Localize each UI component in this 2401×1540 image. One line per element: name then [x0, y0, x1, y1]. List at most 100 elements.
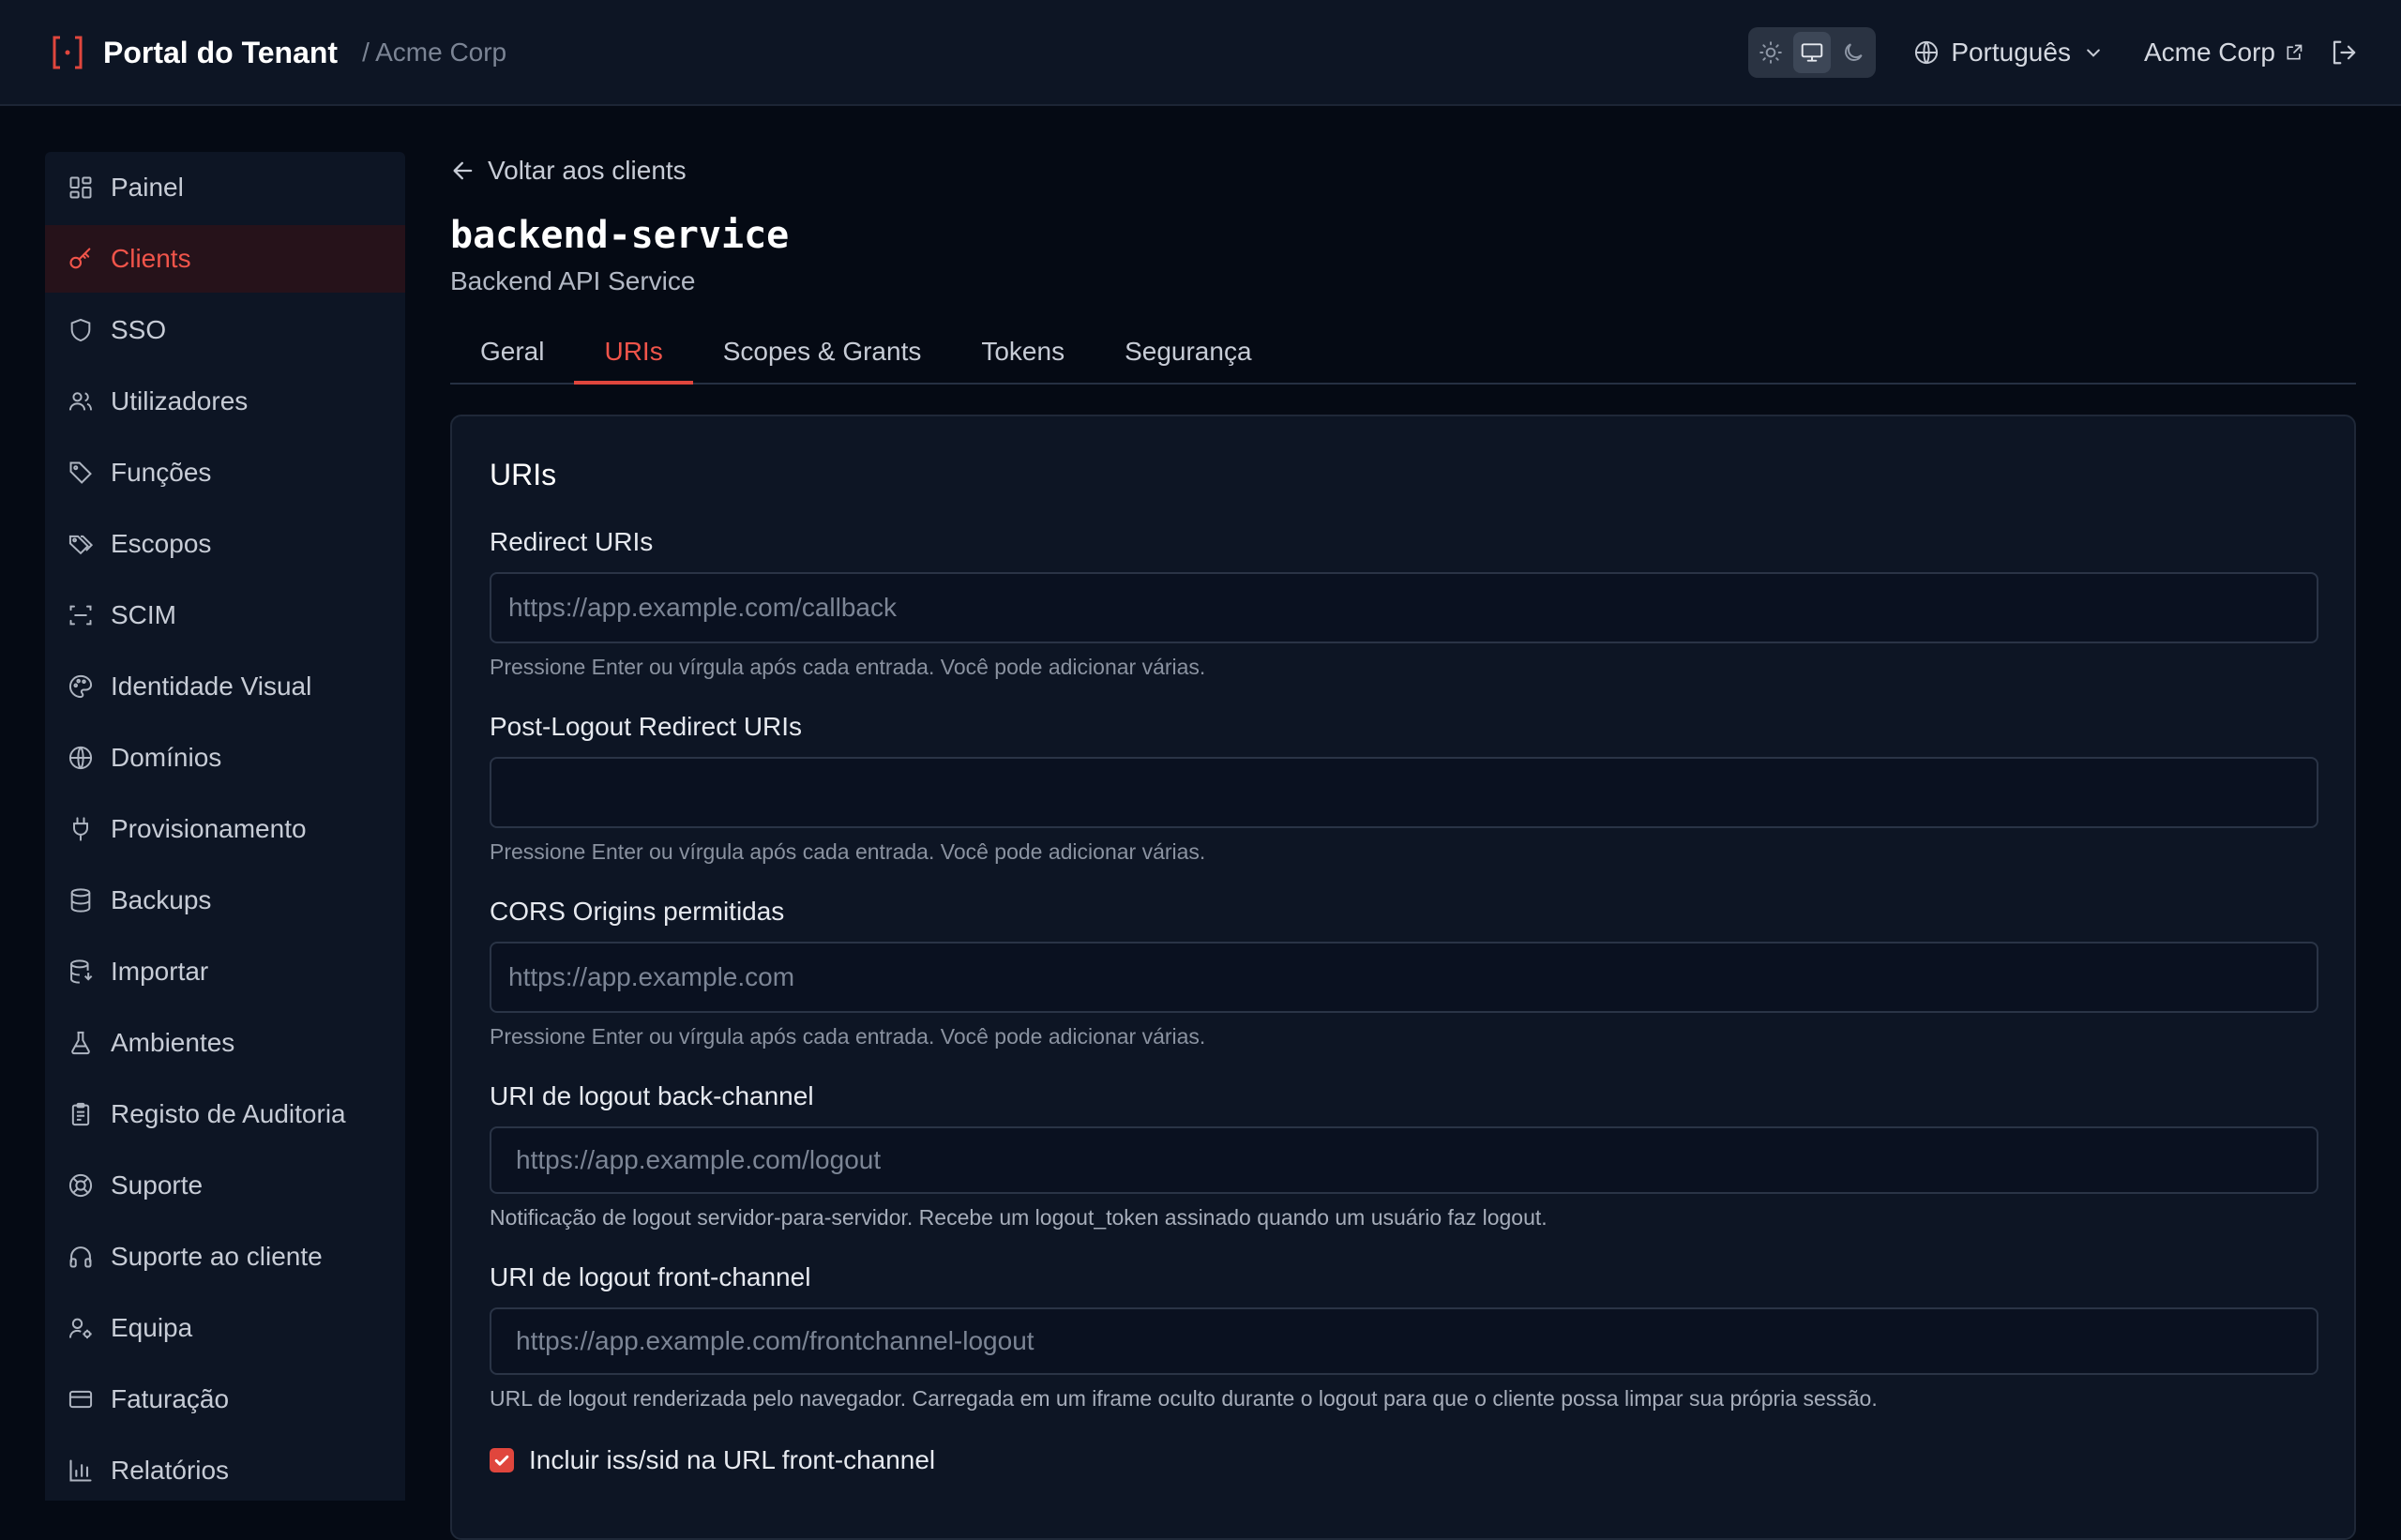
sidebar-item-identidade-visual[interactable]: Identidade Visual [45, 653, 405, 720]
page-title: backend-service [450, 214, 790, 257]
sidebar-item-sso[interactable]: SSO [45, 296, 405, 364]
org-external-link[interactable]: Acme Corp [2144, 38, 2303, 68]
sidebar-item-label: Importar [111, 957, 209, 986]
sidebar-item-label: Suporte ao cliente [111, 1242, 323, 1271]
sidebar-item-importar[interactable]: Importar [45, 938, 405, 1005]
theme-system-button[interactable] [1793, 32, 1832, 73]
sidebar-item-label: SSO [111, 315, 167, 344]
include-iss-sid-option[interactable]: Incluir iss/sid na URL front-channel [490, 1445, 2317, 1475]
card-title: URIs [490, 458, 557, 491]
credit-card-icon [68, 1390, 93, 1409]
brand-logo-icon [53, 36, 83, 69]
palette-icon [69, 674, 93, 699]
users-icon [68, 392, 93, 411]
include-iss-sid-label: Incluir iss/sid na URL front-channel [529, 1445, 936, 1474]
moon-icon [1845, 43, 1863, 61]
sidebar-item-dominios[interactable]: Domínios [45, 724, 405, 792]
brand[interactable]: Portal do Tenant / Acme Corp [51, 32, 506, 73]
frontchannel-logout-label: URI de logout front-channel [490, 1262, 811, 1291]
sidebar-item-label: Utilizadores [111, 386, 249, 415]
monitor-icon [1802, 43, 1823, 62]
theme-toggle [1748, 27, 1877, 78]
chevron-down-icon [2087, 49, 2100, 57]
clipboard-icon [71, 1102, 90, 1126]
backchannel-logout-hint: Notificação de logout servidor-para-serv… [490, 1205, 1548, 1230]
backchannel-logout-input[interactable]: https://app.example.com/logout [490, 1126, 2318, 1194]
sun-icon [1759, 41, 1783, 64]
header-actions: Português Acme Corp [1748, 26, 2360, 79]
page-subtitle: Backend API Service [450, 266, 696, 295]
sidebar-item-clients[interactable]: Clients [45, 225, 405, 293]
top-bar: Portal do Tenant / Acme Corp Português A… [0, 0, 2401, 106]
shield-icon [70, 318, 91, 342]
globe-icon [68, 746, 93, 770]
sidebar-item-painel[interactable]: Painel [45, 154, 405, 221]
theme-light-button[interactable] [1752, 32, 1789, 73]
logout-icon [2333, 40, 2356, 65]
include-iss-sid-checkbox[interactable] [490, 1448, 514, 1472]
globe-icon [1915, 40, 1939, 65]
post-logout-uris-input[interactable] [490, 757, 2318, 828]
cors-origins-input[interactable]: https://app.example.com [490, 942, 2318, 1013]
tenant-breadcrumb: / Acme Corp [362, 38, 507, 67]
back-label: Voltar aos clients [488, 156, 687, 185]
sidebar-item-equipa[interactable]: Equipa [45, 1294, 405, 1362]
sidebar-item-registo-auditoria[interactable]: Registo de Auditoria [45, 1080, 405, 1148]
app-title: Portal do Tenant [103, 35, 339, 69]
frontchannel-logout-input[interactable]: https://app.example.com/frontchannel-log… [490, 1307, 2318, 1375]
sidebar-item-backups[interactable]: Backups [45, 867, 405, 934]
sidebar-item-label: Identidade Visual [111, 672, 312, 701]
plug-icon [73, 817, 88, 841]
tab-seguranca[interactable]: Segurança [1095, 321, 1281, 383]
database-icon [70, 888, 91, 913]
tab-uris[interactable]: URIs [574, 321, 693, 385]
redirect-uris-input[interactable]: https://app.example.com/callback [490, 572, 2318, 643]
sidebar-item-label: Registo de Auditoria [111, 1099, 346, 1128]
tags-icon [68, 535, 94, 555]
sidebar-item-suporte[interactable]: Suporte [45, 1152, 405, 1219]
sidebar-item-label: Equipa [111, 1313, 193, 1342]
post-logout-uris-hint: Pressione Enter ou vírgula após cada ent… [490, 839, 1206, 864]
sidebar-item-label: Painel [111, 173, 184, 202]
sidebar-item-relatorios[interactable]: Relatórios [45, 1437, 405, 1504]
tab-tokens[interactable]: Tokens [951, 321, 1095, 383]
life-buoy-icon [68, 1173, 93, 1198]
sidebar-item-faturacao[interactable]: Faturação [45, 1366, 405, 1433]
sidebar: Painel Clients SSO Utilizadores Funções … [45, 152, 405, 1501]
language-selector[interactable]: Português [1913, 38, 2103, 68]
tag-icon [69, 461, 92, 484]
tab-scopes-grants[interactable]: Scopes & Grants [693, 321, 952, 383]
sidebar-item-suporte-cliente[interactable]: Suporte ao cliente [45, 1223, 405, 1291]
post-logout-uris-label: Post-Logout Redirect URIs [490, 712, 803, 741]
sidebar-item-label: Backups [111, 885, 212, 914]
key-icon [69, 248, 91, 269]
sidebar-item-utilizadores[interactable]: Utilizadores [45, 368, 405, 435]
sidebar-item-label: SCIM [111, 600, 176, 629]
sidebar-item-funcoes[interactable]: Funções [45, 439, 405, 506]
cors-origins-hint: Pressione Enter ou vírgula após cada ent… [490, 1024, 1206, 1049]
database-import-icon [70, 959, 93, 984]
tab-geral[interactable]: Geral [450, 321, 574, 383]
bar-chart-icon [69, 1459, 92, 1482]
org-link-label: Acme Corp [2143, 38, 2275, 67]
logout-button[interactable] [2328, 37, 2360, 68]
sidebar-item-label: Domínios [111, 743, 222, 772]
dashboard-icon [69, 176, 92, 199]
tab-bar: Geral URIs Scopes & Grants Tokens Segura… [450, 321, 2356, 385]
uris-card: URIs Redirect URIs https://app.example.c… [450, 415, 2356, 1540]
sidebar-item-ambientes[interactable]: Ambientes [45, 1009, 405, 1077]
theme-dark-button[interactable] [1835, 32, 1872, 73]
sidebar-item-escopos[interactable]: Escopos [45, 510, 405, 578]
backchannel-logout-label: URI de logout back-channel [490, 1081, 814, 1110]
language-label: Português [1951, 38, 2071, 67]
sidebar-item-scim[interactable]: SCIM [45, 581, 405, 649]
redirect-uris-label: Redirect URIs [490, 527, 654, 556]
headphones-icon [69, 1246, 92, 1268]
sidebar-item-label: Funções [111, 458, 212, 487]
sidebar-item-label: Suporte [111, 1170, 204, 1200]
back-to-clients-link[interactable]: Voltar aos clients [450, 152, 2356, 189]
redirect-uris-hint: Pressione Enter ou vírgula após cada ent… [490, 655, 1206, 679]
sidebar-item-label: Faturação [111, 1384, 230, 1413]
cors-origins-label: CORS Origins permitidas [490, 897, 785, 926]
sidebar-item-provisionamento[interactable]: Provisionamento [45, 795, 405, 863]
